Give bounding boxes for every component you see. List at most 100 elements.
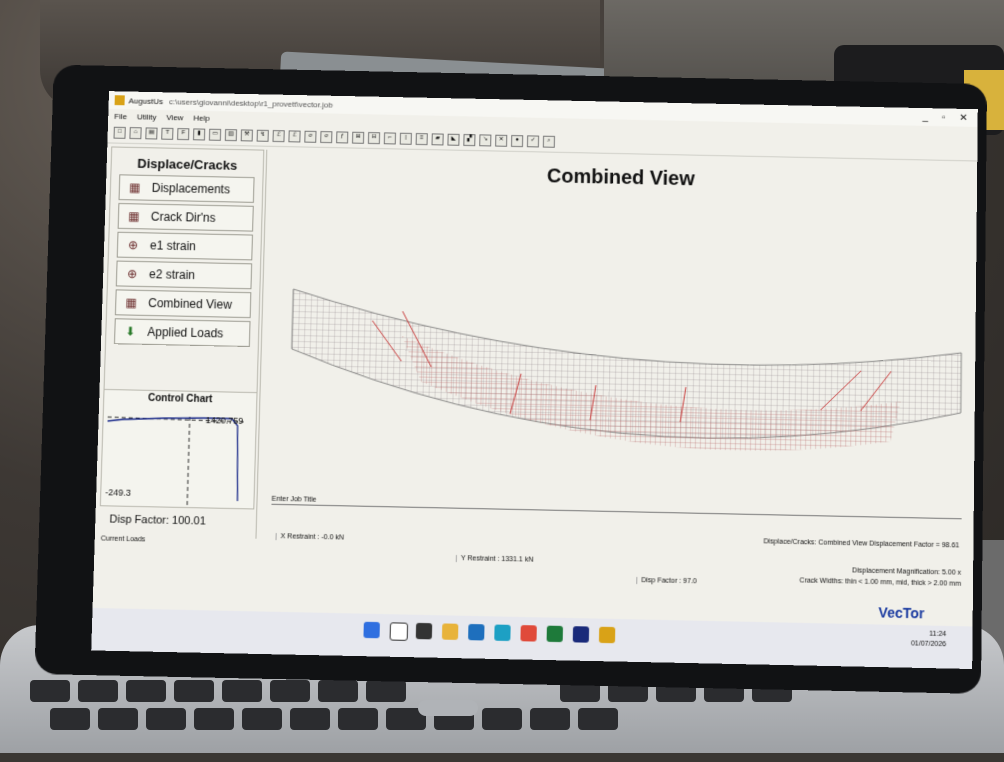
key xyxy=(290,708,330,730)
vector-app-icon[interactable] xyxy=(572,626,590,643)
toolbar-button[interactable]: ✕ xyxy=(495,134,508,147)
toolbar-button[interactable]: σ xyxy=(320,131,333,144)
crack-dirns-button[interactable]: ▦ Crack Dir'ns xyxy=(117,203,254,232)
toolbar-button[interactable]: ⌕ xyxy=(542,135,556,148)
key xyxy=(30,680,70,702)
key xyxy=(50,708,90,730)
toolbar-button[interactable]: ▞ xyxy=(463,134,476,147)
control-chart-plot: 1420.759 -249.3 xyxy=(101,403,244,506)
augustus-app-icon[interactable] xyxy=(598,626,616,644)
toolbar-button[interactable]: ⌂ xyxy=(129,127,142,140)
key xyxy=(338,708,378,730)
key xyxy=(482,708,522,730)
toolbar-button[interactable]: ▥ xyxy=(224,129,238,142)
panel-title: Displace/Cracks xyxy=(137,155,238,173)
toolbar-button[interactable]: ↯ xyxy=(256,129,269,142)
job-title[interactable]: Enter Job Title xyxy=(272,496,317,504)
menu-help[interactable]: Help xyxy=(193,113,210,122)
clock-date[interactable]: 01/07/2026 xyxy=(911,639,946,650)
search-icon[interactable] xyxy=(389,622,409,641)
combined-view-button[interactable]: ▦ Combined View xyxy=(114,289,252,319)
toolbar-button[interactable]: ⌐ xyxy=(383,132,397,145)
toolbar-button[interactable]: ✓ xyxy=(526,135,540,148)
max-label: 1420.759 xyxy=(206,415,244,426)
system-tray: 11:24 01/07/2026 xyxy=(911,629,947,650)
y-restraint: Y Restraint : 1331.1 kN xyxy=(455,555,534,564)
toolbar-button[interactable]: ⊞ xyxy=(351,131,365,144)
disp-factor-label: Disp Factor: xyxy=(109,513,170,527)
toolbar-button[interactable]: ▤ xyxy=(145,127,158,140)
minimize-button[interactable]: _ xyxy=(923,112,929,123)
legend-info: Displacement Magnification: 5.00 x Crack… xyxy=(799,564,961,590)
key xyxy=(78,680,118,702)
toolbar-button[interactable]: ▮ xyxy=(192,128,206,141)
grid-icon: ▦ xyxy=(128,209,140,224)
displacements-button[interactable]: ▦ Displacements xyxy=(118,174,255,203)
disp-factor: Disp Factor: 100.01 xyxy=(109,513,206,527)
key xyxy=(126,680,166,702)
button-label: Crack Dir'ns xyxy=(150,209,216,225)
clock-time[interactable]: 11:24 xyxy=(911,629,946,640)
menu-utility[interactable]: Utility xyxy=(137,112,157,121)
combined-view-panel: Combined View Enter Job Title Displace/C… xyxy=(255,149,976,554)
menu-file[interactable]: File xyxy=(114,111,127,120)
outlook-icon[interactable] xyxy=(468,623,485,641)
key xyxy=(242,708,282,730)
toolbar-button[interactable]: | xyxy=(399,132,412,145)
toolbar-button[interactable]: T xyxy=(161,127,174,140)
applied-loads-button[interactable]: ⬇ Applied Loads xyxy=(113,318,251,348)
app-title: AugustUs xyxy=(128,95,164,106)
task-view-icon[interactable] xyxy=(415,622,433,640)
crack-widths: Crack Widths: thin < 1.00 mm, mid, thick… xyxy=(799,577,961,588)
maximize-button[interactable]: ▫ xyxy=(942,112,946,123)
toolbar-button[interactable]: F xyxy=(177,128,190,141)
file-path: c:\users\giovanni\desktop\r1_provett\vec… xyxy=(168,96,333,110)
toolbar-button[interactable]: ℰ xyxy=(272,130,285,143)
chrome-icon[interactable] xyxy=(520,625,537,642)
toolbar-button[interactable]: ≡ xyxy=(415,133,428,146)
toolbar-button[interactable]: ƒ xyxy=(336,131,349,144)
toolbar-button[interactable]: ◣ xyxy=(447,133,460,146)
power-button xyxy=(418,700,478,716)
x-restraint: X Restraint : -0.0 kN xyxy=(275,533,344,542)
close-button[interactable]: ✕ xyxy=(959,112,967,123)
key xyxy=(530,708,570,730)
key xyxy=(270,680,310,702)
screen: AugustUs c:\users\giovanni\desktop\r1_pr… xyxy=(91,91,978,670)
view-title: Combined View xyxy=(546,165,695,191)
e2-strain-button[interactable]: ⊕ e2 strain xyxy=(115,260,253,290)
control-chart: Control Chart 1420.759 -249.3 xyxy=(99,388,258,510)
current-marker xyxy=(187,417,190,505)
button-label: e2 strain xyxy=(148,267,196,283)
toolbar-button[interactable]: ↘ xyxy=(479,134,492,147)
file-explorer-icon[interactable] xyxy=(441,623,459,640)
excel-icon[interactable] xyxy=(546,625,563,643)
button-label: Applied Loads xyxy=(147,324,224,341)
windows-start-icon[interactable] xyxy=(363,621,380,639)
toolbar-button[interactable]: ℰ xyxy=(288,130,301,143)
edge-icon[interactable] xyxy=(494,624,511,642)
window-controls: _ ▫ ✕ xyxy=(923,112,978,124)
toolbar-button[interactable]: ▭ xyxy=(208,128,222,141)
grid-icon: ▦ xyxy=(128,180,141,195)
toolbar-button[interactable]: ⊟ xyxy=(367,132,381,145)
beam-mesh xyxy=(257,239,974,450)
button-label: Combined View xyxy=(148,296,233,312)
crosshair-icon: ⊕ xyxy=(127,237,139,253)
toolbar-button[interactable]: σ xyxy=(304,130,317,143)
toolbar-button[interactable]: ● xyxy=(511,135,524,148)
button-label: Displacements xyxy=(151,180,231,197)
key xyxy=(98,708,138,730)
key xyxy=(194,708,234,730)
crosshair-icon: ⊕ xyxy=(126,266,138,281)
toolbar-button[interactable]: ▰ xyxy=(431,133,444,146)
arrow-down-icon: ⬇ xyxy=(125,324,136,339)
menu-view[interactable]: View xyxy=(166,113,183,122)
vector-logo: VecTor xyxy=(878,604,925,622)
toolbar-button[interactable]: ⚒ xyxy=(240,129,253,142)
disp-factor-value: 100.01 xyxy=(171,514,206,528)
e1-strain-button[interactable]: ⊕ e1 strain xyxy=(116,231,253,261)
key xyxy=(222,680,262,702)
key xyxy=(174,680,214,702)
toolbar-button[interactable]: □ xyxy=(113,126,126,139)
